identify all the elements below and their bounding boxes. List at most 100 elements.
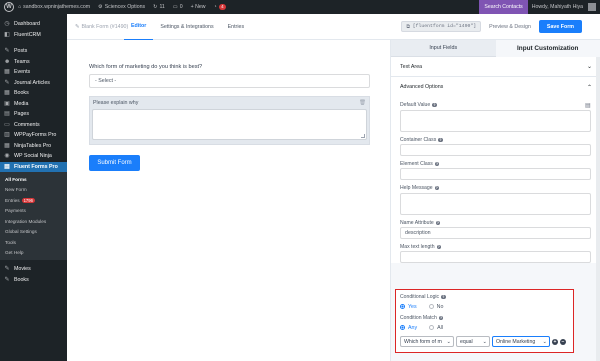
- entries-count-badge: 1796: [21, 197, 35, 203]
- sidebar-item-movies[interactable]: ✎ Movies: [0, 264, 67, 275]
- textarea-field-selected[interactable]: Please explain why 🗑: [89, 96, 370, 145]
- sidebar-item-label: NinjaTables Pro: [14, 142, 52, 149]
- submenu-item-get-help[interactable]: Get Help: [0, 248, 67, 259]
- element-class-input[interactable]: [400, 168, 591, 180]
- explain-textarea[interactable]: [92, 109, 367, 140]
- sidebar-item-label: FluentCRM: [14, 31, 41, 38]
- smartcode-icon[interactable]: ▤: [585, 102, 591, 109]
- help-icon[interactable]: ?: [434, 161, 440, 167]
- max-length-label: Max text length: [400, 244, 435, 250]
- submit-form-button[interactable]: Submit Form: [89, 155, 140, 171]
- notifications-link[interactable]: ◔ 4: [209, 0, 230, 14]
- submenu-item-global-settings[interactable]: Global Settings: [0, 227, 67, 238]
- textarea-label: Please explain why: [93, 100, 139, 106]
- submenu-item-payments[interactable]: Payments: [0, 206, 67, 217]
- section-advanced-options[interactable]: Advanced Options ⌃: [391, 77, 600, 97]
- sidebar-item-wp-social-ninja[interactable]: ◉ WP Social Ninja: [0, 151, 67, 162]
- user-account-menu[interactable]: Howdy, Mahiyath Hiya: [528, 0, 600, 14]
- home-icon: ⌂: [18, 4, 22, 10]
- remove-rule-icon[interactable]: −: [560, 338, 566, 345]
- tab-input-customization[interactable]: Input Customization: [495, 40, 600, 57]
- form-preview: Which form of marketing do you think is …: [89, 64, 370, 171]
- condition-match-label: Condition Match: [400, 315, 437, 321]
- pin-icon: ✎: [4, 266, 10, 273]
- sidebar-item-label: Dashboard: [14, 21, 40, 28]
- settings-panel: Input Fields Input Customization Text Ar…: [390, 40, 600, 361]
- search-contacts-button[interactable]: Search Contacts: [479, 0, 528, 14]
- sidebar-item-comments[interactable]: ▭ Comments: [0, 120, 67, 131]
- help-icon[interactable]: ?: [434, 185, 440, 191]
- sidebar-item-wppayforms-pro[interactable]: ▥ WPPayForms Pro: [0, 130, 67, 141]
- rule-value-select[interactable]: Online Marketing ⌄: [492, 336, 550, 347]
- help-icon[interactable]: ?: [435, 220, 441, 226]
- wordpress-logo-icon[interactable]: W: [4, 2, 14, 12]
- sidebar-item-label: Books: [14, 276, 29, 283]
- help-icon[interactable]: ?: [438, 315, 444, 321]
- comment-icon: ▭: [172, 4, 178, 10]
- help-message-input[interactable]: [400, 193, 591, 215]
- rule-operator-select[interactable]: equal ⌄: [456, 336, 490, 347]
- updates-link[interactable]: ↻ 11: [149, 0, 169, 14]
- editor-header: ✎ Blank Form (#1490) Editor Settings & In…: [67, 14, 600, 40]
- sidebar-item-dashboard[interactable]: ◷ Dashboard: [0, 19, 67, 30]
- pin-icon: ✎: [4, 79, 10, 86]
- help-icon[interactable]: ?: [441, 294, 446, 300]
- tab-input-fields[interactable]: Input Fields: [391, 40, 496, 57]
- comments-link[interactable]: ▭ 0: [169, 0, 187, 14]
- add-rule-icon[interactable]: +: [552, 338, 558, 345]
- shortcode-copy-button[interactable]: ⧉ [fluentform id="1490"]: [401, 21, 482, 32]
- name-attribute-input[interactable]: description: [400, 227, 591, 239]
- sidebar-item-posts[interactable]: ✎ Posts: [0, 46, 67, 57]
- panel-scrollbar[interactable]: [596, 57, 600, 361]
- fluent-forms-icon: ▤: [4, 163, 10, 170]
- section-text-area[interactable]: Text Area ⌄: [391, 57, 600, 77]
- conditional-yes-radio[interactable]: Yes: [400, 304, 417, 310]
- save-form-button[interactable]: Save Form: [538, 20, 582, 33]
- help-icon[interactable]: ?: [438, 137, 443, 143]
- name-attribute-label: Name Attribute: [400, 220, 434, 226]
- sidebar-item-fluent-forms-pro[interactable]: ▤ Fluent Forms Pro: [0, 161, 67, 172]
- max-length-input[interactable]: [400, 251, 591, 263]
- preview-design-link[interactable]: Preview & Design: [489, 24, 531, 30]
- tab-entries[interactable]: Entries: [221, 14, 252, 40]
- tab-settings-integrations[interactable]: Settings & Integrations: [153, 14, 220, 40]
- sidebar-item-media[interactable]: ▣ Media: [0, 99, 67, 110]
- submenu-item-integration-modules[interactable]: Integration Modules: [0, 216, 67, 227]
- match-all-radio[interactable]: All: [429, 325, 443, 331]
- submenu-item-label: Entries: [5, 197, 20, 203]
- sidebar-item-teams[interactable]: ☻ Teams: [0, 57, 67, 68]
- notification-badge: 4: [218, 4, 227, 10]
- sidebar-item-books[interactable]: ✎ Books: [0, 275, 67, 286]
- default-value-input[interactable]: [400, 110, 591, 132]
- edit-icon: ✎: [75, 23, 80, 30]
- submenu-item-tools[interactable]: Tools: [0, 237, 67, 248]
- submenu-item-entries[interactable]: Entries 1796: [0, 195, 67, 206]
- sidebar-item-ninjatables-pro[interactable]: ▦ NinjaTables Pro: [0, 141, 67, 152]
- help-message-label: Help Message: [400, 185, 433, 191]
- conditional-logic-label: Conditional Logic: [400, 294, 440, 300]
- sidebar-item-books[interactable]: ▦ Books: [0, 88, 67, 99]
- match-any-radio[interactable]: Any: [400, 325, 417, 331]
- resize-grip-icon[interactable]: [361, 134, 365, 138]
- submenu-item-all-forms[interactable]: All Forms: [0, 174, 67, 185]
- advanced-options-body: Default Value? ▤ Container Class? Elemen…: [391, 97, 600, 263]
- tab-editor[interactable]: Editor: [124, 14, 154, 40]
- trash-icon[interactable]: 🗑: [359, 100, 366, 106]
- breadcrumb[interactable]: ✎ Blank Form (#1490): [67, 23, 128, 30]
- container-class-input[interactable]: [400, 144, 591, 156]
- help-icon[interactable]: ?: [436, 244, 442, 250]
- copy-icon: ⧉: [406, 24, 410, 30]
- sidebar-item-fluentcrm[interactable]: ◧ FluentCRM: [0, 30, 67, 41]
- sidebar-item-journal-articles[interactable]: ✎ Journal Articles: [0, 78, 67, 89]
- submenu-item-new-form[interactable]: New Form: [0, 185, 67, 196]
- sidebar-item-pages[interactable]: ▤ Pages: [0, 109, 67, 120]
- site-name-link[interactable]: ⌂ sandbox.wpninjathemes.com: [14, 0, 94, 14]
- marketing-select[interactable]: - Select -: [89, 74, 370, 88]
- new-content-link[interactable]: + New: [187, 0, 210, 14]
- conditional-no-radio[interactable]: No: [428, 304, 443, 310]
- rule-field-select[interactable]: Which form of m ⌄: [400, 336, 454, 347]
- sidebar-item-events[interactable]: ▦ Events: [0, 67, 67, 78]
- plugin-options-link[interactable]: ⚙ Sciencex Options: [94, 0, 149, 14]
- avatar: [588, 3, 596, 11]
- help-icon[interactable]: ?: [432, 102, 437, 108]
